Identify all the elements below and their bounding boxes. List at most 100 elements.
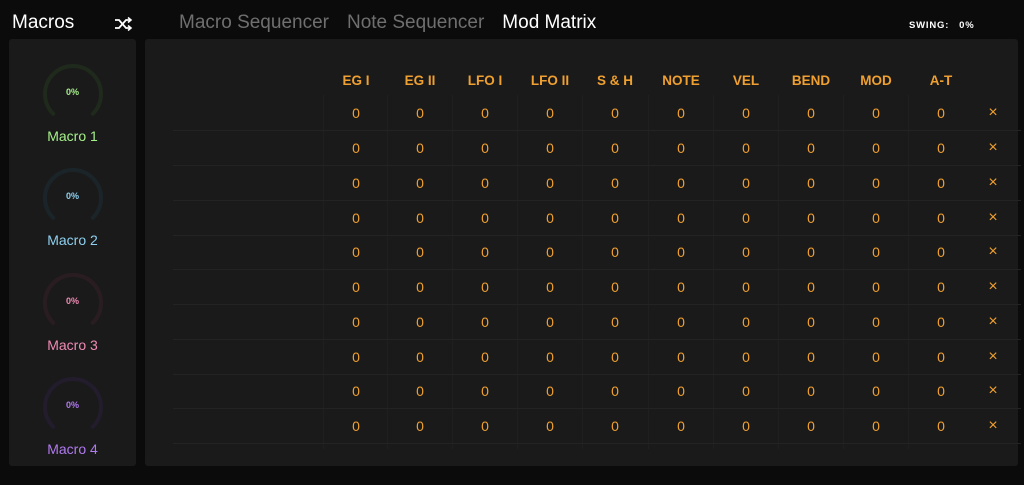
matrix-cell[interactable]: 0 — [909, 314, 973, 330]
matrix-cell[interactable]: 0 — [909, 349, 973, 365]
matrix-cell[interactable]: 0 — [453, 418, 517, 434]
matrix-cell[interactable]: 0 — [844, 383, 908, 399]
matrix-cell[interactable]: 0 — [649, 279, 713, 295]
matrix-cell[interactable]: 0 — [324, 140, 388, 156]
matrix-cell[interactable]: 0 — [649, 210, 713, 226]
macro-4[interactable]: 0% Macro 4 — [9, 376, 136, 457]
matrix-cell[interactable]: 0 — [388, 244, 452, 260]
matrix-cell[interactable]: 0 — [779, 244, 843, 260]
matrix-cell[interactable]: 0 — [779, 418, 843, 434]
matrix-cell[interactable]: 0 — [909, 244, 973, 260]
matrix-cell[interactable]: 0 — [324, 244, 388, 260]
matrix-cell[interactable]: 0 — [649, 105, 713, 121]
swing-control[interactable]: SWING: 0% — [909, 20, 975, 31]
matrix-cell[interactable]: 0 — [518, 244, 582, 260]
close-icon[interactable]: × — [983, 417, 1003, 435]
close-icon[interactable]: × — [983, 348, 1003, 366]
matrix-cell[interactable]: 0 — [518, 279, 582, 295]
matrix-cell[interactable]: 0 — [583, 244, 647, 260]
matrix-cell[interactable]: 0 — [649, 383, 713, 399]
matrix-cell[interactable]: 0 — [844, 314, 908, 330]
matrix-cell[interactable]: 0 — [388, 210, 452, 226]
matrix-cell[interactable]: 0 — [388, 349, 452, 365]
matrix-cell[interactable]: 0 — [518, 314, 582, 330]
matrix-cell[interactable]: 0 — [844, 418, 908, 434]
close-icon[interactable]: × — [983, 243, 1003, 261]
matrix-cell[interactable]: 0 — [388, 418, 452, 434]
matrix-cell[interactable]: 0 — [388, 175, 452, 191]
matrix-cell[interactable]: 0 — [779, 105, 843, 121]
matrix-cell[interactable]: 0 — [779, 279, 843, 295]
matrix-cell[interactable]: 0 — [388, 383, 452, 399]
matrix-cell[interactable]: 0 — [844, 279, 908, 295]
matrix-cell[interactable]: 0 — [909, 418, 973, 434]
matrix-cell[interactable]: 0 — [714, 383, 778, 399]
close-icon[interactable]: × — [983, 382, 1003, 400]
matrix-cell[interactable]: 0 — [583, 140, 647, 156]
matrix-cell[interactable]: 0 — [779, 349, 843, 365]
close-icon[interactable]: × — [983, 278, 1003, 296]
macro-2[interactable]: 0% Macro 2 — [9, 167, 136, 248]
macro-1[interactable]: 0% Macro 1 — [9, 63, 136, 144]
matrix-cell[interactable]: 0 — [453, 105, 517, 121]
matrix-cell[interactable]: 0 — [714, 140, 778, 156]
matrix-cell[interactable]: 0 — [518, 349, 582, 365]
matrix-cell[interactable]: 0 — [324, 210, 388, 226]
matrix-cell[interactable]: 0 — [324, 314, 388, 330]
matrix-cell[interactable]: 0 — [844, 105, 908, 121]
matrix-cell[interactable]: 0 — [909, 105, 973, 121]
matrix-cell[interactable]: 0 — [324, 349, 388, 365]
matrix-cell[interactable]: 0 — [714, 210, 778, 226]
close-icon[interactable]: × — [983, 209, 1003, 227]
macro-3[interactable]: 0% Macro 3 — [9, 272, 136, 353]
matrix-cell[interactable]: 0 — [779, 175, 843, 191]
matrix-cell[interactable]: 0 — [844, 175, 908, 191]
matrix-cell[interactable]: 0 — [518, 418, 582, 434]
matrix-cell[interactable]: 0 — [844, 244, 908, 260]
matrix-cell[interactable]: 0 — [453, 244, 517, 260]
matrix-cell[interactable]: 0 — [583, 105, 647, 121]
close-icon[interactable]: × — [983, 313, 1003, 331]
matrix-cell[interactable]: 0 — [453, 314, 517, 330]
matrix-cell[interactable]: 0 — [909, 175, 973, 191]
matrix-cell[interactable]: 0 — [779, 314, 843, 330]
matrix-cell[interactable]: 0 — [779, 383, 843, 399]
swing-value[interactable]: 0% — [959, 20, 974, 31]
matrix-cell[interactable]: 0 — [518, 383, 582, 399]
matrix-cell[interactable]: 0 — [453, 140, 517, 156]
matrix-cell[interactable]: 0 — [324, 279, 388, 295]
matrix-cell[interactable]: 0 — [453, 383, 517, 399]
matrix-cell[interactable]: 0 — [518, 210, 582, 226]
matrix-cell[interactable]: 0 — [518, 140, 582, 156]
tab-macro-sequencer[interactable]: Macro Sequencer — [179, 12, 329, 34]
matrix-cell[interactable]: 0 — [844, 140, 908, 156]
matrix-cell[interactable]: 0 — [909, 383, 973, 399]
matrix-cell[interactable]: 0 — [714, 175, 778, 191]
matrix-cell[interactable]: 0 — [649, 175, 713, 191]
matrix-cell[interactable]: 0 — [714, 244, 778, 260]
matrix-cell[interactable]: 0 — [714, 105, 778, 121]
matrix-cell[interactable]: 0 — [649, 314, 713, 330]
matrix-cell[interactable]: 0 — [844, 210, 908, 226]
matrix-cell[interactable]: 0 — [388, 105, 452, 121]
matrix-cell[interactable]: 0 — [714, 279, 778, 295]
close-icon[interactable]: × — [983, 174, 1003, 192]
matrix-cell[interactable]: 0 — [844, 349, 908, 365]
matrix-cell[interactable]: 0 — [909, 279, 973, 295]
matrix-cell[interactable]: 0 — [649, 349, 713, 365]
matrix-cell[interactable]: 0 — [518, 175, 582, 191]
matrix-cell[interactable]: 0 — [453, 175, 517, 191]
matrix-cell[interactable]: 0 — [388, 279, 452, 295]
matrix-cell[interactable]: 0 — [583, 175, 647, 191]
matrix-cell[interactable]: 0 — [583, 279, 647, 295]
matrix-cell[interactable]: 0 — [649, 418, 713, 434]
matrix-cell[interactable]: 0 — [453, 349, 517, 365]
matrix-cell[interactable]: 0 — [714, 314, 778, 330]
tab-note-sequencer[interactable]: Note Sequencer — [347, 12, 484, 34]
matrix-cell[interactable]: 0 — [583, 383, 647, 399]
matrix-cell[interactable]: 0 — [909, 140, 973, 156]
matrix-cell[interactable]: 0 — [388, 140, 452, 156]
matrix-cell[interactable]: 0 — [583, 418, 647, 434]
close-icon[interactable]: × — [983, 104, 1003, 122]
matrix-cell[interactable]: 0 — [324, 383, 388, 399]
